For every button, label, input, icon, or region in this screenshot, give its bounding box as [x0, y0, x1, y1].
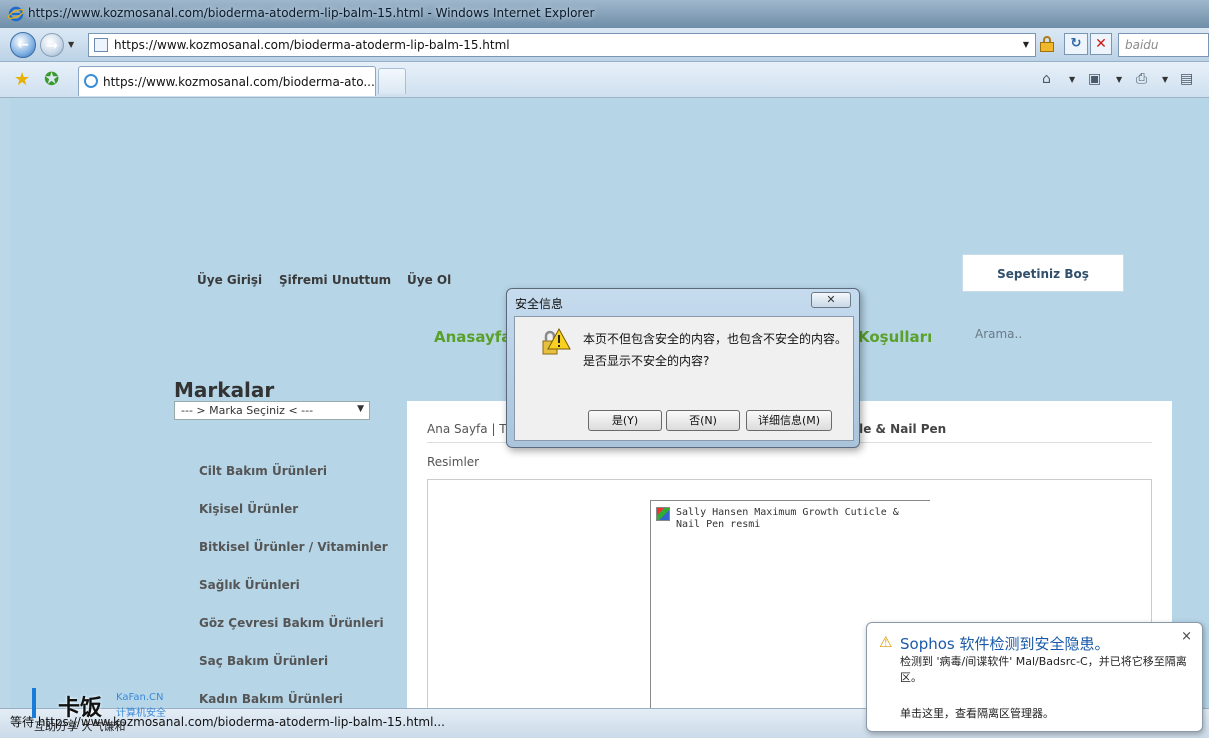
warning-lock-icon	[542, 327, 571, 355]
dialog-body: 本页不但包含安全的内容，也包含不安全的内容。 是否显示不安全的内容? 是(Y) …	[514, 316, 854, 441]
kafan-watermark: 卡饭 KaFan.CN 计算机安全 互助分享 大气谦和	[32, 688, 182, 736]
brands-heading: Markalar	[174, 378, 275, 402]
feeds-dropdown-icon[interactable]: ▼	[1116, 75, 1122, 84]
category-link[interactable]: Saç Bakım Ürünleri	[199, 654, 328, 668]
print-dropdown-icon[interactable]: ▼	[1162, 75, 1168, 84]
address-bar[interactable]: https://www.kozmosanal.com/bioderma-atod…	[88, 33, 1036, 57]
window-title-bar: https://www.kozmosanal.com/bioderma-atod…	[0, 0, 1209, 28]
print-icon[interactable]: ⎙	[1136, 71, 1147, 87]
breadcrumb[interactable]: Ana Sayfa | T	[427, 422, 507, 436]
ie-icon	[8, 6, 24, 22]
forward-arrow-icon: →	[46, 38, 58, 54]
tab-active[interactable]: https://www.kozmosanal.com/bioderma-ato.…	[78, 66, 376, 96]
tab-label: https://www.kozmosanal.com/bioderma-ato.…	[103, 75, 375, 89]
kafan-k-icon	[32, 688, 54, 718]
quarantine-link[interactable]: 单击这里，查看隔离区管理器。	[900, 705, 1054, 721]
window-title: https://www.kozmosanal.com/bioderma-atod…	[28, 6, 595, 20]
yes-button[interactable]: 是(Y)	[588, 410, 662, 431]
address-dropdown-icon[interactable]: ▼	[1023, 40, 1029, 49]
watermark-english: KaFan.CN	[116, 692, 164, 703]
dialog-close-button[interactable]: ✕	[811, 292, 851, 308]
nav-terms[interactable]: Koşulları	[858, 328, 932, 346]
breadcrumb-product: cle & Nail Pen	[852, 422, 947, 436]
brand-select-value: --- > Marka Seçiniz < ---	[181, 404, 314, 417]
register-link[interactable]: Üye Ol	[407, 273, 451, 287]
site-search-input[interactable]: Arama..	[975, 327, 1022, 341]
forward-button[interactable]: →	[40, 33, 64, 57]
toast-body: 检测到 '病毒/间谍软件' Mal/Badsrc-C，并已将它移至隔离区。	[900, 655, 1187, 684]
sophos-notification[interactable]: ⚠ Sophos 软件检测到安全隐患。 × 检测到 '病毒/间谍软件' Mal/…	[866, 622, 1203, 732]
history-dropdown-icon[interactable]: ▼	[68, 40, 74, 49]
category-link[interactable]: Göz Çevresi Bakım Ürünleri	[199, 616, 384, 630]
warning-icon: ⚠	[879, 633, 893, 651]
image-alt-text: Sally Hansen Maximum Growth Cuticle & Na…	[676, 507, 899, 530]
details-button[interactable]: 详细信息(M)	[746, 410, 832, 431]
new-tab-button[interactable]	[378, 68, 406, 94]
refresh-button[interactable]: ↻	[1064, 33, 1088, 55]
category-link[interactable]: Sağlık Ürünleri	[199, 578, 300, 592]
home-icon[interactable]: ⌂	[1042, 71, 1051, 87]
dialog-message-line1: 本页不但包含安全的内容，也包含不安全的内容。	[583, 332, 848, 346]
login-link[interactable]: Üye Girişi	[197, 273, 262, 287]
page-icon	[94, 38, 108, 52]
back-arrow-icon: ←	[17, 37, 29, 53]
security-dialog: 安全信息 ✕ 本页不但包含安全的内容，也包含不安全的内容。 是否显示不安全的内容…	[506, 288, 860, 448]
add-favorites-icon[interactable]: ✪	[44, 69, 59, 90]
search-box[interactable]: baidu	[1118, 33, 1209, 57]
images-label: Resimler	[427, 455, 480, 469]
dialog-message-line2: 是否显示不安全的内容?	[583, 354, 710, 368]
watermark-chinese: 计算机安全	[116, 708, 166, 719]
category-link[interactable]: Bitkisel Ürünler / Vitaminler	[199, 540, 388, 554]
no-button[interactable]: 否(N)	[666, 410, 740, 431]
category-link[interactable]: Kadın Bakım Ürünleri	[199, 692, 343, 706]
home-dropdown-icon[interactable]: ▼	[1069, 75, 1075, 84]
loading-icon	[84, 74, 98, 88]
cart-box[interactable]: Sepetiniz Boş	[962, 254, 1124, 292]
address-url[interactable]: https://www.kozmosanal.com/bioderma-atod…	[114, 38, 510, 52]
feeds-icon[interactable]: ▣	[1088, 71, 1101, 87]
nav-home[interactable]: Anasayfa	[434, 328, 511, 346]
brand-select[interactable]: --- > Marka Seçiniz < --- ▼	[174, 401, 370, 420]
watermark-slogan: 互助分享 大气谦和	[34, 720, 126, 733]
forgot-password-link[interactable]: Şifremi Unuttum	[279, 273, 391, 287]
broken-image-icon	[656, 507, 670, 521]
toast-close-button[interactable]: ×	[1181, 629, 1192, 644]
category-link[interactable]: Kişisel Ürünler	[199, 502, 298, 516]
toast-title: Sophos 软件检测到安全隐患。	[900, 635, 1110, 653]
chevron-down-icon: ▼	[357, 404, 364, 414]
address-toolbar: ← → ▼ https://www.kozmosanal.com/bioderm…	[0, 28, 1209, 62]
back-button[interactable]: ←	[10, 32, 36, 58]
favorites-star-icon[interactable]: ★	[14, 69, 30, 90]
category-link[interactable]: Cilt Bakım Ürünleri	[199, 464, 327, 478]
dialog-title: 安全信息	[515, 297, 564, 311]
tab-toolbar: ★ ✪ https://www.kozmosanal.com/bioderma-…	[0, 62, 1209, 98]
dialog-message: 本页不但包含安全的内容，也包含不安全的内容。 是否显示不安全的内容?	[583, 328, 847, 372]
stop-button[interactable]: ✕	[1090, 33, 1112, 55]
lock-icon[interactable]	[1040, 36, 1054, 52]
page-menu-icon[interactable]: ▤	[1180, 71, 1193, 87]
search-placeholder: baidu	[1125, 38, 1159, 52]
